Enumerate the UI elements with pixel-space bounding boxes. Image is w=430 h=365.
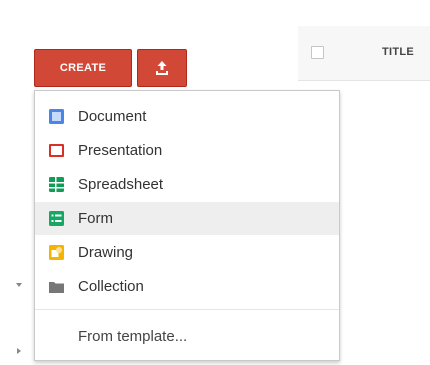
menu-item-document[interactable]: Document bbox=[35, 100, 339, 133]
upload-icon bbox=[156, 61, 168, 75]
menu-item-presentation[interactable]: Presentation bbox=[35, 134, 339, 167]
list-header: TITLE bbox=[298, 26, 430, 81]
expand-right-arrow-icon[interactable] bbox=[17, 348, 21, 354]
page: CREATE TITLE Document Presentation Sprea… bbox=[0, 0, 430, 365]
menu-item-spreadsheet[interactable]: Spreadsheet bbox=[35, 168, 339, 201]
menu-item-label: Document bbox=[78, 108, 147, 125]
menu-item-from-template[interactable]: From template... bbox=[35, 320, 339, 353]
menu-item-collection[interactable]: Collection bbox=[35, 270, 339, 303]
folder-icon bbox=[49, 282, 64, 293]
spreadsheet-icon bbox=[49, 177, 64, 192]
select-all-checkbox[interactable] bbox=[311, 46, 324, 59]
drawing-icon bbox=[49, 245, 64, 260]
menu-item-label: Spreadsheet bbox=[78, 176, 164, 193]
menu-divider bbox=[35, 309, 339, 310]
expand-down-arrow-icon[interactable] bbox=[16, 283, 22, 287]
menu-item-label: From template... bbox=[78, 328, 188, 345]
menu-item-drawing[interactable]: Drawing bbox=[35, 236, 339, 269]
menu-item-label: Presentation bbox=[78, 142, 163, 159]
document-icon bbox=[49, 109, 64, 124]
menu-item-label: Collection bbox=[78, 278, 144, 295]
create-button[interactable]: CREATE bbox=[34, 49, 132, 87]
title-column-header[interactable]: TITLE bbox=[382, 46, 414, 58]
create-menu: Document Presentation Spreadsheet Form D… bbox=[34, 90, 340, 361]
form-icon bbox=[49, 211, 64, 226]
presentation-icon bbox=[49, 144, 64, 157]
menu-item-form[interactable]: Form bbox=[35, 202, 339, 235]
menu-item-label: Form bbox=[78, 210, 113, 227]
menu-item-label: Drawing bbox=[78, 244, 134, 261]
upload-button[interactable] bbox=[137, 49, 187, 87]
